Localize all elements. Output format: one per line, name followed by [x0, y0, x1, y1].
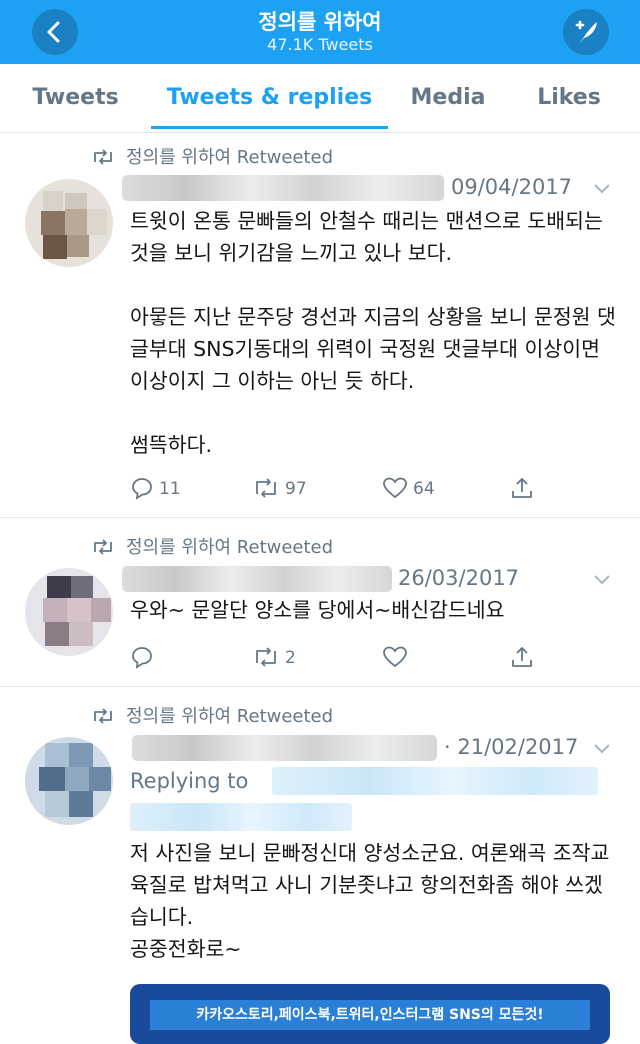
author-name-redacted[interactable]	[132, 735, 437, 761]
profile-tabs: Tweets Tweets & replies Media Likes	[0, 64, 640, 133]
tweet-image[interactable]: 카카오스토리,페이스북,트위터,인스터그램 SNS의 모든것!	[130, 984, 610, 1044]
reply-button[interactable]: 11	[130, 474, 181, 504]
chevron-down-icon[interactable]	[593, 743, 611, 755]
tweet-text: 우와~ 문알단 양소를 당에서~배신감드네요	[130, 598, 505, 622]
tweet-date: 09/04/2017	[451, 175, 573, 199]
tweet-item[interactable]: 정의를 위하여 Retweeted 09/04/2017 트윗이 온통 문빠들의…	[0, 133, 640, 518]
compose-feather-icon	[575, 20, 597, 43]
compose-button[interactable]	[563, 9, 609, 55]
reply-icon	[132, 478, 152, 500]
profile-header: 정의를 위하여 47.1K Tweets	[0, 0, 640, 64]
retweet-button[interactable]: 2	[252, 643, 296, 673]
tweet-actions: 11 97 64	[130, 474, 550, 504]
share-button[interactable]	[510, 474, 539, 504]
retweet-label: 정의를 위하여 Retweeted	[126, 147, 334, 168]
tab-likes[interactable]: Likes	[508, 64, 630, 132]
retweet-icon	[94, 149, 112, 165]
reply-button[interactable]	[130, 643, 159, 673]
avatar[interactable]	[25, 179, 113, 267]
heart-icon	[383, 646, 407, 668]
avatar[interactable]	[25, 737, 113, 825]
tweet-actions: 2	[130, 643, 550, 673]
retweeted-by: 정의를 위하여 Retweeted	[92, 143, 333, 169]
avatar[interactable]	[25, 568, 113, 656]
retweet-count: 2	[285, 648, 296, 668]
chevron-down-icon[interactable]	[593, 574, 611, 586]
retweet-count: 97	[285, 479, 307, 499]
share-button[interactable]	[510, 643, 539, 673]
replying-to-handles-redacted[interactable]	[272, 767, 598, 795]
author-name-redacted[interactable]	[122, 175, 444, 201]
heart-icon	[383, 477, 407, 499]
chevron-down-icon[interactable]	[593, 183, 611, 195]
retweet-icon	[94, 708, 112, 724]
tweet-date: 26/03/2017	[398, 566, 520, 590]
replying-to-label: Replying to	[130, 769, 249, 793]
tweet-item[interactable]: 정의를 위하여 Retweeted · 21/02/2017 Replying …	[0, 687, 640, 1044]
share-icon	[512, 478, 532, 498]
tweet-count: 47.1K Tweets	[267, 35, 373, 54]
like-count: 64	[413, 479, 435, 499]
replying-to-handles-redacted[interactable]	[130, 803, 352, 831]
like-button[interactable]	[382, 643, 413, 673]
tab-tweets[interactable]: Tweets	[0, 64, 151, 132]
tweet-date: · 21/02/2017	[444, 735, 579, 759]
retweet-label: 정의를 위하여 Retweeted	[126, 706, 334, 727]
tweet-text: 트윗이 온통 문빠들의 안철수 때리는 맨션으로 도배되는 것을 보니 위기감을…	[130, 209, 616, 457]
tweet-item[interactable]: 정의를 위하여 Retweeted 26/03/2017 우와~ 문알단 양소를…	[0, 518, 640, 687]
author-name-redacted[interactable]	[122, 566, 392, 592]
reply-count: 11	[159, 479, 181, 499]
tab-media[interactable]: Media	[388, 64, 508, 132]
tweet-text: 저 사진을 보니 문빠정신대 양성소군요. 여론왜곡 조작교육질로 밥쳐먹고 사…	[130, 841, 610, 961]
retweeted-by: 정의를 위하여 Retweeted	[92, 533, 333, 559]
retweet-label: 정의를 위하여 Retweeted	[126, 537, 334, 558]
tab-tweets-and-replies[interactable]: Tweets & replies	[151, 64, 388, 132]
profile-name: 정의를 위하여	[258, 10, 382, 34]
retweet-icon	[256, 647, 276, 667]
like-button[interactable]: 64	[382, 474, 435, 504]
reply-icon	[132, 647, 152, 669]
active-tab-indicator	[151, 126, 388, 129]
image-caption: 카카오스토리,페이스북,트위터,인스터그램 SNS의 모든것!	[150, 1000, 590, 1030]
retweet-button[interactable]: 97	[252, 474, 307, 504]
retweet-icon	[94, 539, 112, 555]
retweet-icon	[256, 478, 276, 498]
share-icon	[512, 647, 532, 667]
retweeted-by: 정의를 위하여 Retweeted	[92, 702, 333, 728]
